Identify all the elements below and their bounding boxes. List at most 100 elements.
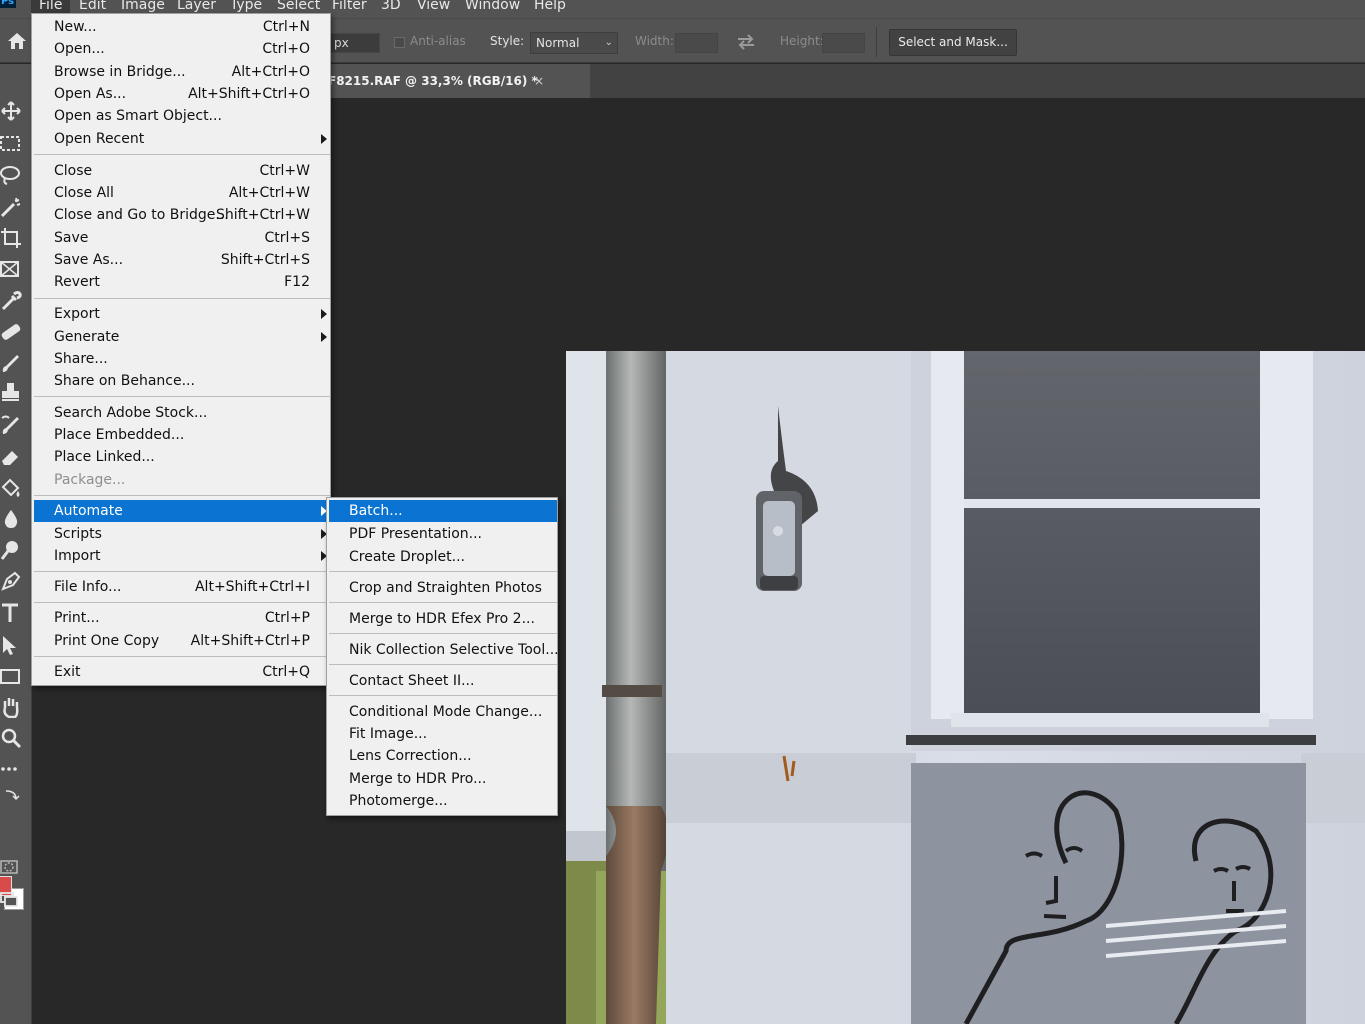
menu-item-scripts[interactable]: Scripts bbox=[34, 523, 330, 545]
menu-item-contact-sheet-ii[interactable]: Contact Sheet II... bbox=[329, 670, 557, 692]
menu-item-generate[interactable]: Generate bbox=[34, 326, 330, 348]
menu-item-import[interactable]: Import bbox=[34, 545, 330, 567]
menu-separator bbox=[34, 656, 330, 657]
menu-item-batch[interactable]: Batch... bbox=[329, 500, 557, 522]
width-label: Width: bbox=[635, 34, 674, 48]
file-menu: New... Ctrl+N Open... Ctrl+O Browse in Bri… bbox=[31, 13, 331, 686]
menu-item-revert[interactable]: Revert F12 bbox=[34, 271, 330, 293]
menu-item-crop-and-straighten-photos[interactable]: Crop and Straighten Photos bbox=[329, 577, 557, 599]
menu-item-place-embedded[interactable]: Place Embedded... bbox=[34, 424, 330, 446]
style-select[interactable]: Normal ⌄ bbox=[530, 32, 618, 54]
menu-item-print[interactable]: Print... Ctrl+P bbox=[34, 607, 330, 629]
quick-mask-icon[interactable] bbox=[0, 856, 24, 878]
clone-stamp-tool-icon[interactable] bbox=[0, 382, 24, 404]
menu-item-lens-correction[interactable]: Lens Correction... bbox=[329, 745, 557, 767]
menu-item-new[interactable]: New... Ctrl+N bbox=[34, 16, 330, 38]
more-tools-icon[interactable] bbox=[0, 758, 24, 780]
type-tool-icon[interactable] bbox=[0, 602, 24, 624]
menu-item-share[interactable]: Share... bbox=[34, 348, 330, 370]
menu-item-open[interactable]: Open... Ctrl+O bbox=[34, 38, 330, 60]
home-icon[interactable] bbox=[6, 31, 28, 51]
anti-alias-label: Anti-alias bbox=[410, 34, 466, 48]
menu-item-open-recent[interactable]: Open Recent bbox=[34, 128, 330, 150]
menu-item-file-info[interactable]: File Info... Alt+Shift+Ctrl+I bbox=[34, 576, 330, 598]
menu-item-pdf-presentation[interactable]: PDF Presentation... bbox=[329, 523, 557, 545]
zoom-tool-icon[interactable] bbox=[0, 727, 24, 749]
select-and-mask-button[interactable]: Select and Mask... bbox=[889, 29, 1017, 56]
menu-item-photomerge[interactable]: Photomerge... bbox=[329, 790, 557, 812]
healing-brush-tool-icon[interactable] bbox=[0, 321, 24, 343]
menu-item-share-on-behance[interactable]: Share on Behance... bbox=[34, 370, 330, 392]
brush-tool-icon[interactable] bbox=[0, 352, 24, 374]
marquee-tool-icon[interactable] bbox=[0, 132, 24, 154]
tools-panel bbox=[0, 64, 32, 1024]
menu-item-save-as[interactable]: Save As... Shift+Ctrl+S bbox=[34, 249, 330, 271]
close-icon[interactable]: × bbox=[534, 64, 544, 98]
menu-item-conditional-mode-change[interactable]: Conditional Mode Change... bbox=[329, 701, 557, 723]
crop-tool-icon[interactable] bbox=[0, 227, 24, 249]
menu-item-create-droplet[interactable]: Create Droplet... bbox=[329, 546, 557, 568]
menu-filter[interactable]: Filter bbox=[332, 0, 367, 14]
submenu-arrow-icon bbox=[321, 332, 327, 342]
height-field[interactable] bbox=[822, 33, 865, 53]
eyedropper-tool-icon[interactable] bbox=[0, 290, 24, 312]
height-label: Height: bbox=[780, 34, 824, 48]
menu-window[interactable]: Window bbox=[465, 0, 520, 14]
menu-item-close[interactable]: Close Ctrl+W bbox=[34, 160, 330, 182]
menu-3d[interactable]: 3D bbox=[381, 0, 401, 14]
lasso-tool-icon[interactable] bbox=[0, 164, 24, 186]
menu-item-exit[interactable]: Exit Ctrl+Q bbox=[34, 661, 330, 683]
menu-item-merge-to-hdr-pro[interactable]: Merge to HDR Pro... bbox=[329, 768, 557, 790]
paint-bucket-tool-icon[interactable] bbox=[0, 477, 24, 499]
screen-mode-icon[interactable] bbox=[0, 888, 24, 910]
menu-item-search-adobe-stock[interactable]: Search Adobe Stock... bbox=[34, 402, 330, 424]
menu-item-place-linked[interactable]: Place Linked... bbox=[34, 446, 330, 468]
menu-separator bbox=[34, 602, 330, 603]
magic-wand-tool-icon[interactable] bbox=[0, 196, 24, 218]
menu-item-export[interactable]: Export bbox=[34, 303, 330, 325]
blur-tool-icon[interactable] bbox=[0, 508, 24, 530]
menu-item-open-as-smart-object[interactable]: Open as Smart Object... bbox=[34, 105, 330, 127]
menu-item-automate[interactable]: Automate bbox=[34, 500, 330, 522]
menu-separator bbox=[329, 664, 557, 665]
chevron-down-icon: ⌄ bbox=[604, 37, 613, 48]
document-tab[interactable]: F8215.RAF @ 33,3% (RGB/16) * × bbox=[328, 64, 590, 98]
menu-file[interactable]: File bbox=[31, 0, 71, 14]
width-field[interactable] bbox=[675, 33, 718, 53]
hand-tool-icon[interactable] bbox=[0, 696, 24, 719]
menu-help[interactable]: Help bbox=[534, 0, 566, 14]
menu-edit[interactable]: Edit bbox=[79, 0, 106, 14]
menu-item-save[interactable]: Save Ctrl+S bbox=[34, 227, 330, 249]
move-tool-icon[interactable] bbox=[0, 100, 24, 122]
menu-item-close-all[interactable]: Close All Alt+Ctrl+W bbox=[34, 182, 330, 204]
pen-tool-icon[interactable] bbox=[0, 570, 24, 592]
frame-tool-icon[interactable] bbox=[0, 258, 24, 280]
document-tab-title: F8215.RAF @ 33,3% (RGB/16) * bbox=[328, 74, 538, 88]
menu-item-fit-image[interactable]: Fit Image... bbox=[329, 723, 557, 745]
dodge-tool-icon[interactable] bbox=[0, 539, 24, 561]
menu-separator bbox=[34, 495, 330, 496]
menu-image[interactable]: Image bbox=[121, 0, 165, 14]
menu-item-merge-to-hdr-efex-pro-2[interactable]: Merge to HDR Efex Pro 2... bbox=[329, 608, 557, 630]
menu-layer[interactable]: Layer bbox=[177, 0, 216, 14]
path-selection-tool-icon[interactable] bbox=[0, 634, 24, 656]
menu-view[interactable]: View bbox=[417, 0, 450, 14]
menu-select[interactable]: Select bbox=[277, 0, 320, 14]
menu-separator bbox=[34, 396, 330, 397]
document-image[interactable] bbox=[566, 351, 1365, 1024]
swap-colors-icon[interactable] bbox=[0, 788, 24, 802]
menu-item-nik-collection-selective-tool[interactable]: Nik Collection Selective Tool... bbox=[329, 639, 559, 661]
menu-item-print-one-copy[interactable]: Print One Copy Alt+Shift+Ctrl+P bbox=[34, 630, 330, 652]
rectangle-tool-icon[interactable] bbox=[0, 665, 24, 687]
menu-item-close-and-go-to-bridge[interactable]: Close and Go to Bridge... Shift+Ctrl+W bbox=[34, 204, 330, 226]
swap-icon[interactable] bbox=[735, 33, 757, 51]
anti-alias-checkbox[interactable] bbox=[394, 37, 405, 48]
submenu-arrow-icon bbox=[321, 134, 327, 144]
eraser-tool-icon[interactable] bbox=[0, 446, 24, 468]
menu-item-browse-in-bridge[interactable]: Browse in Bridge... Alt+Ctrl+O bbox=[34, 61, 330, 83]
feather-field[interactable]: px bbox=[328, 33, 380, 53]
submenu-arrow-icon bbox=[321, 309, 327, 319]
history-brush-tool-icon[interactable] bbox=[0, 414, 24, 436]
menu-type[interactable]: Type bbox=[230, 0, 262, 14]
menu-item-open-as[interactable]: Open As... Alt+Shift+Ctrl+O bbox=[34, 83, 330, 105]
